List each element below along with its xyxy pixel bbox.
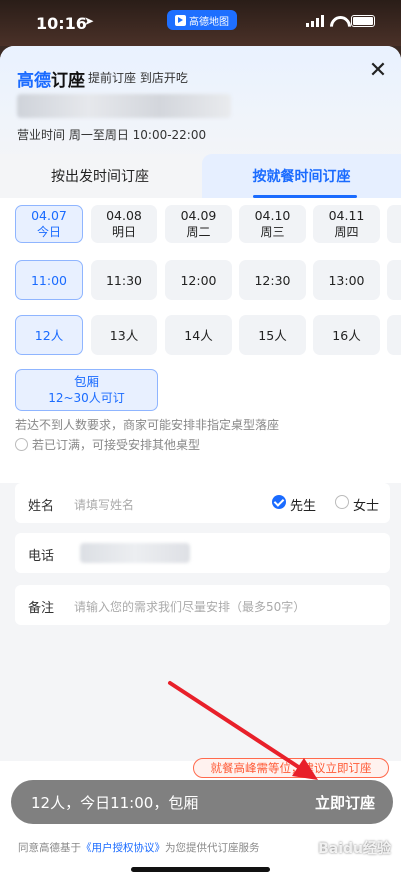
date-option-date: 04.07 [31, 208, 67, 223]
tab-dining-time[interactable]: 按就餐时间订座 [202, 154, 401, 198]
date-option-date: 04.08 [106, 208, 142, 223]
private-room-option[interactable]: 包厢 12~30人可订 [15, 369, 158, 411]
signal-icon [306, 15, 324, 27]
phone-label: 电话 [28, 549, 55, 564]
time-option-partial[interactable] [387, 260, 401, 300]
party-size-option[interactable]: 14人 [165, 315, 232, 355]
watermark: Baidu经验 [318, 841, 391, 857]
checkbox-unchecked-icon[interactable] [335, 495, 349, 509]
checkbox-checked-icon[interactable] [272, 495, 286, 509]
full-alternative-option[interactable]: 若已订满，可接受安排其他桌型 [15, 436, 200, 453]
brand-bold: 订座 [51, 71, 85, 91]
date-option[interactable]: 04.08 明日 [91, 205, 157, 243]
party-size-option-partial[interactable] [387, 315, 401, 355]
name-input[interactable]: 请填写姓名 [74, 496, 134, 513]
date-option-day: 明日 [111, 225, 136, 239]
date-option-day: 周四 [334, 225, 359, 239]
name-row: 姓名 请填写姓名 先生 女士 [15, 483, 390, 523]
date-option-date: 04.09 [180, 208, 217, 223]
date-option[interactable]: 04.11 周四 [313, 205, 380, 243]
home-indicator [131, 867, 270, 872]
booking-sheet: 高德订座 提前订座 到店开吃 ✕ 营业时间 周一至周日 10:00-22:00 … [0, 46, 401, 881]
brand-main: 高德 [17, 71, 51, 91]
private-room-range: 12~30人可订 [48, 391, 125, 405]
gender-male-label[interactable]: 先生 [290, 495, 316, 514]
date-option-day: 周三 [260, 225, 285, 239]
min-party-hint: 若达不到人数要求，商家可能安排非指定桌型落座 [15, 418, 280, 432]
status-time: 10:16 [36, 14, 87, 33]
brand-subtitle: 提前订座 到店开吃 [88, 71, 188, 85]
gender-female-label[interactable]: 女士 [353, 495, 379, 514]
date-option-day: 今日 [36, 225, 61, 239]
location-arrow-icon: ➤ [84, 14, 95, 28]
amap-logo-icon [175, 14, 186, 26]
book-now-button[interactable]: 立即订座 [315, 792, 375, 813]
terms-prefix: 同意高德基于 [18, 842, 81, 854]
date-option-day: 周二 [186, 225, 211, 239]
full-alternative-label: 若已订满，可接受安排其他桌型 [32, 438, 201, 452]
phone-input-blurred[interactable] [80, 543, 190, 563]
brand-title: 高德订座 [17, 66, 85, 91]
peak-warning-badge: 就餐高峰需等位，建议立即订座 [193, 758, 389, 778]
private-room-title: 包厢 [73, 374, 99, 389]
terms-suffix: 为您提供代订座服务 [165, 842, 260, 854]
party-size-option[interactable]: 12人 [15, 315, 83, 355]
date-option[interactable]: 04.10 周三 [239, 205, 306, 243]
wifi-icon [330, 16, 345, 27]
book-now-bar[interactable]: 12人，今日11:00，包厢 立即订座 [11, 780, 393, 824]
party-size-option[interactable]: 16人 [313, 315, 380, 355]
date-option-date: 04.10 [254, 208, 291, 223]
date-option-date: 04.11 [328, 208, 365, 223]
battery-icon [351, 15, 375, 27]
terms-text: 同意高德基于《用户授权协议》为您提供代订座服务 [18, 840, 260, 855]
date-option-partial[interactable] [387, 205, 401, 243]
name-label: 姓名 [28, 499, 55, 514]
sheet-header: 高德订座 提前订座 到店开吃 ✕ 营业时间 周一至周日 10:00-22:00 [0, 46, 401, 166]
date-option[interactable]: 04.07 今日 [15, 205, 83, 243]
terms-link[interactable]: 《用户授权协议》 [81, 842, 165, 854]
app-pill[interactable]: 高德地图 [167, 10, 237, 30]
party-size-option[interactable]: 13人 [91, 315, 157, 355]
phone-row: 电话 [15, 533, 390, 573]
note-label: 备注 [28, 601, 55, 616]
tab-departure-time[interactable]: 按出发时间订座 [0, 154, 200, 198]
booking-mode-tabs: 按出发时间订座 按就餐时间订座 [0, 154, 401, 198]
booking-summary: 12人，今日11:00，包厢 [31, 794, 199, 812]
time-option[interactable]: 12:00 [165, 260, 232, 300]
time-option[interactable]: 11:00 [15, 260, 83, 300]
time-option[interactable]: 12:30 [239, 260, 306, 300]
app-pill-label: 高德地图 [189, 16, 229, 28]
radio-unchecked-icon[interactable] [15, 438, 28, 451]
party-size-option[interactable]: 15人 [239, 315, 306, 355]
close-icon[interactable]: ✕ [367, 60, 389, 82]
status-icons [306, 15, 375, 27]
time-option[interactable]: 13:00 [313, 260, 380, 300]
time-option[interactable]: 11:30 [91, 260, 157, 300]
note-input[interactable]: 请输入您的需求我们尽量安排（最多50字） [74, 598, 305, 615]
business-hours: 营业时间 周一至周日 10:00-22:00 [17, 128, 207, 142]
note-row: 备注 请输入您的需求我们尽量安排（最多50字） [15, 585, 390, 625]
selection-panel: 04.07 今日 04.08 明日 04.09 周二 04.10 周三 04.1… [0, 198, 401, 483]
status-bar: 10:16 ➤ 高德地图 [0, 0, 401, 46]
date-option[interactable]: 04.09 周二 [165, 205, 232, 243]
restaurant-name-blurred [17, 94, 231, 118]
